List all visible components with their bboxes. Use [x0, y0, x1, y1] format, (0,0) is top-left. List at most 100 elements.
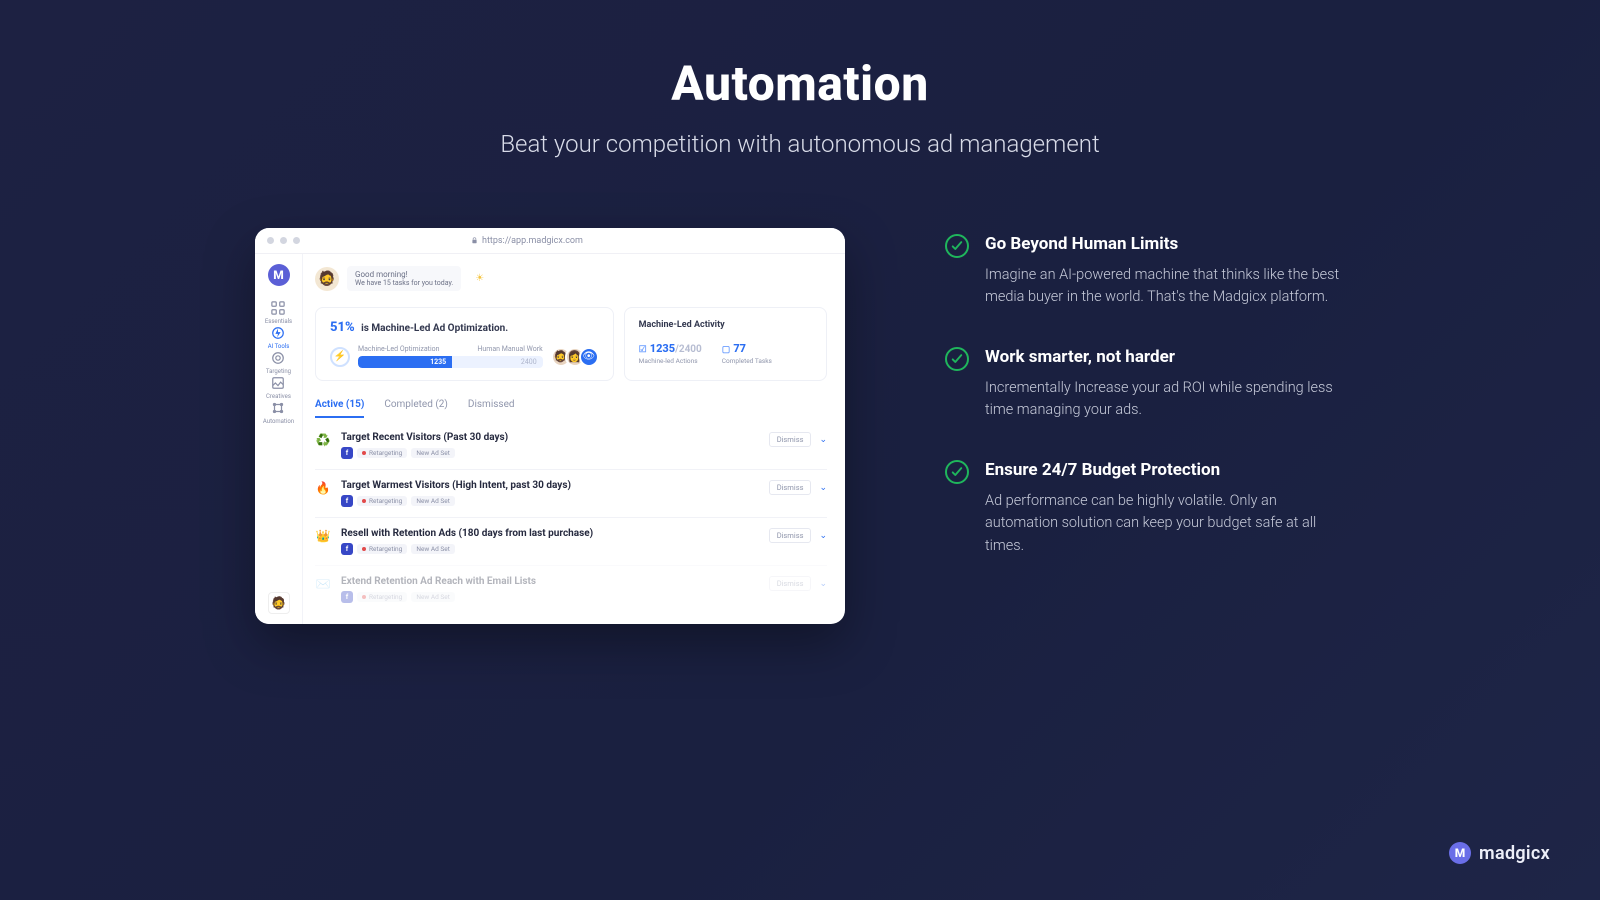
sun-icon: ☀ [475, 273, 484, 284]
feature-list: Go Beyond Human Limits Imagine an AI-powe… [945, 228, 1345, 557]
check-icon [945, 234, 969, 258]
task-title: Extend Retention Ad Reach with Email Lis… [341, 576, 759, 587]
traffic-dot [267, 237, 274, 244]
sidebar-item-label: Creatives [266, 393, 291, 400]
chevron-down-icon[interactable]: ⌄ [819, 579, 827, 589]
sidebar-item-label: Automation [263, 418, 294, 425]
chevron-down-icon[interactable]: ⌄ [819, 435, 827, 445]
app-sidebar: M EssentialsAI Tools Targeting Creatives Au… [255, 254, 303, 624]
avatar[interactable]: 🧔 [268, 592, 290, 614]
sidebar-item-automation[interactable]: Automation [263, 400, 294, 425]
check-icon [945, 347, 969, 371]
actions-count: 1235 [650, 342, 675, 355]
browser-window: https://app.madgicx.com M EssentialsAI T… [255, 228, 845, 624]
dismiss-button[interactable]: Dismiss [769, 480, 812, 495]
page-title: Automation [0, 55, 1600, 112]
task-list: ♻️Target Recent Visitors (Past 30 days)f… [315, 422, 827, 613]
task-tag: Retargeting [357, 592, 407, 602]
traffic-dot [280, 237, 287, 244]
dismiss-button[interactable]: Dismiss [769, 432, 812, 447]
nav-icon [270, 300, 286, 316]
feature-body: Ad performance can be highly volatile. O… [985, 490, 1345, 557]
optimization-card: 51% is Machine-Led Ad Optimization. ⚡ Ma… [315, 307, 614, 381]
brand-logo-icon: M [1449, 842, 1471, 864]
greeting-card: Good morning! We have 15 tasks for you t… [347, 266, 461, 291]
bolt-icon: ⚡ [330, 347, 350, 367]
feature-title: Work smarter, not harder [985, 347, 1345, 367]
feature-item: Ensure 24/7 Budget Protection Ad performa… [945, 460, 1345, 557]
nav-icon [270, 375, 286, 391]
folder-icon: ▢ [722, 345, 731, 355]
nav-icon [270, 325, 286, 341]
brand-name: madgicx [1479, 843, 1550, 864]
task-tag: Retargeting [357, 496, 407, 506]
task-tag: Retargeting [357, 544, 407, 554]
feature-item: Go Beyond Human Limits Imagine an AI-powe… [945, 234, 1345, 309]
feature-body: Incrementally Increase your ad ROI while… [985, 377, 1345, 422]
platform-badge-icon: f [341, 495, 353, 507]
sidebar-item-essentials[interactable]: Essentials [263, 300, 294, 325]
task-icon: ✉️ [315, 577, 331, 591]
task-icon: 👑 [315, 529, 331, 543]
task-tabs: Active (15) Completed (2) Dismissed [315, 399, 827, 418]
progress-bar: 1235 2400 [358, 356, 543, 368]
checklist-icon: ☑ [639, 345, 647, 355]
check-icon [945, 460, 969, 484]
task-tag: New Ad Set [411, 448, 455, 458]
feature-title: Go Beyond Human Limits [985, 234, 1345, 254]
platform-badge-icon: f [341, 447, 353, 459]
feature-title: Ensure 24/7 Budget Protection [985, 460, 1345, 480]
sidebar-item-creatives[interactable]: Creatives [263, 375, 294, 400]
chevron-down-icon[interactable]: ⌄ [819, 531, 827, 541]
task-icon: 🔥 [315, 481, 331, 495]
task-row: ♻️Target Recent Visitors (Past 30 days)f… [315, 422, 827, 469]
feature-body: Imagine an AI-powered machine that think… [985, 264, 1345, 309]
nav-icon [270, 350, 286, 366]
tasks-count: 77 [733, 342, 746, 355]
nav-icon [270, 400, 286, 416]
percent-value: 51% [330, 320, 355, 335]
actions-label: Machine-led Actions [639, 357, 702, 365]
task-tag: New Ad Set [411, 496, 455, 506]
sidebar-item-label: Targeting [266, 368, 291, 375]
bar-label-right: Human Manual Work [477, 345, 542, 353]
task-tag: Retargeting [357, 448, 407, 458]
task-row: 🔥 Target Warmest Visitors (High Intent, p… [315, 469, 827, 517]
task-tag: New Ad Set [411, 592, 455, 602]
page-subtitle: Beat your competition with autonomous ad… [0, 130, 1600, 158]
actions-total: /2400 [675, 344, 702, 355]
brand-mark: M madgicx [1449, 842, 1550, 864]
feature-item: Work smarter, not harder Incrementally In… [945, 347, 1345, 422]
sidebar-item-ai-tools[interactable]: AI Tools [263, 325, 294, 350]
url-bar: https://app.madgicx.com [471, 236, 583, 246]
platform-badge-icon: f [341, 591, 353, 603]
progress-fill: 1235 [358, 356, 452, 368]
eye-icon[interactable]: 👁 [579, 347, 599, 367]
traffic-dot [293, 237, 300, 244]
platform-badge-icon: f [341, 543, 353, 555]
task-title: Target Warmest Visitors (High Intent, pa… [341, 480, 759, 491]
lock-icon [471, 237, 478, 244]
activity-card: Machine-Led Activity ☑1235/2400 Machine-… [624, 307, 827, 381]
task-title: Resell with Retention Ads (180 days from… [341, 528, 759, 539]
sidebar-item-label: Essentials [265, 318, 292, 325]
card-header: Machine-Led Activity [639, 320, 812, 330]
greeting-line2: We have 15 tasks for you today. [355, 279, 453, 287]
sidebar-item-targeting[interactable]: Targeting [263, 350, 294, 375]
task-icon: ♻️ [315, 433, 331, 447]
bar-label-left: Machine-Led Optimization [358, 345, 477, 353]
tab-completed[interactable]: Completed (2) [384, 399, 448, 418]
task-tag: New Ad Set [411, 544, 455, 554]
dismiss-button[interactable]: Dismiss [769, 576, 812, 591]
url-text: https://app.madgicx.com [482, 236, 583, 246]
tab-dismissed[interactable]: Dismissed [468, 399, 515, 418]
percent-label: is Machine-Led Ad Optimization. [361, 323, 508, 334]
tab-active[interactable]: Active (15) [315, 399, 364, 418]
app-logo: M [268, 264, 290, 286]
chevron-down-icon[interactable]: ⌄ [819, 483, 827, 493]
avatar: 🧔 [315, 267, 339, 291]
greeting-line1: Good morning! [355, 270, 453, 279]
tasks-label: Completed Tasks [722, 357, 772, 365]
avatar-stack: 🧔 👩 👁 [557, 347, 599, 367]
dismiss-button[interactable]: Dismiss [769, 528, 812, 543]
